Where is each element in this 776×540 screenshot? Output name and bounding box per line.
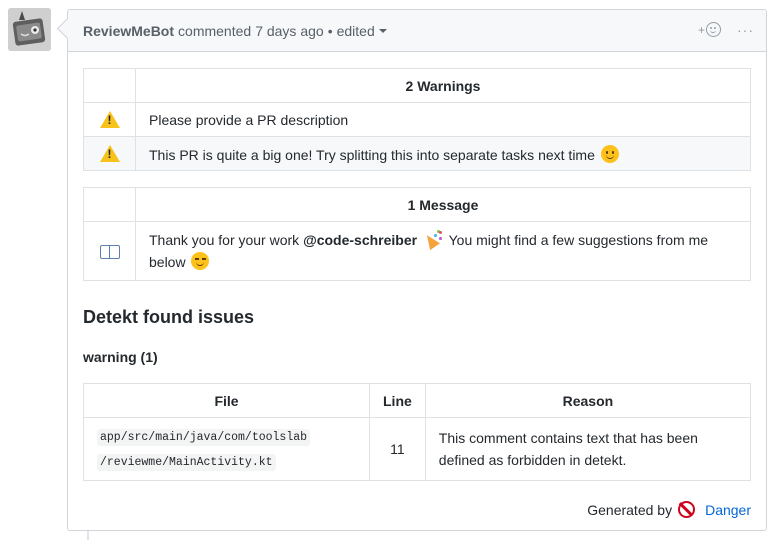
edited-label: edited xyxy=(336,22,375,39)
user-mention[interactable]: @code-schreiber xyxy=(303,232,417,248)
comment-timestamp[interactable]: 7 days ago xyxy=(255,23,324,39)
add-reaction-button[interactable]: + xyxy=(698,22,721,37)
column-header-line: Line xyxy=(369,383,426,418)
smiley-icon xyxy=(706,22,721,37)
avatar[interactable] xyxy=(8,8,51,51)
bot-avatar-icon xyxy=(8,8,51,51)
warning-icon xyxy=(99,145,120,163)
comment-body: 2 Warnings Please provide a PR descripti… xyxy=(68,52,766,518)
header-actions: + ··· xyxy=(698,22,754,37)
table-row: Thank you for your work @code-schreiber … xyxy=(83,221,751,281)
file-path-part2: /reviewme/MainActivity.kt xyxy=(97,454,276,471)
detekt-title: Detekt found issues xyxy=(83,307,255,327)
winking-face-icon xyxy=(191,252,210,270)
edited-dropdown[interactable]: edited xyxy=(337,23,387,39)
column-header-reason: Reason xyxy=(424,383,752,418)
header-separator: • xyxy=(327,22,333,39)
comment-box: ReviewMeBot commented 7 days ago • edite… xyxy=(67,9,767,531)
comment-author[interactable]: ReviewMeBot xyxy=(83,23,174,39)
slightly-smiling-face-icon xyxy=(600,144,619,163)
warnings-header: 2 Warnings xyxy=(135,68,751,103)
footer: Generated by Danger xyxy=(83,501,751,518)
file-cell: app/src/main/java/com/toolslab/reviewme/… xyxy=(83,417,370,481)
warning-text: Please provide a PR description xyxy=(135,102,751,137)
warnings-table: 2 Warnings Please provide a PR descripti… xyxy=(83,68,751,171)
warnings-icon-header xyxy=(83,68,136,103)
message-text-before: Thank you for your work xyxy=(149,232,304,248)
chevron-down-icon xyxy=(378,28,387,33)
table-row: Please provide a PR description xyxy=(83,102,751,137)
timeline-line xyxy=(87,530,89,540)
warning-icon xyxy=(99,111,120,129)
file-path-part1: app/src/main/java/com/toolslab xyxy=(97,429,311,446)
comment-header: ReviewMeBot commented 7 days ago • edite… xyxy=(68,10,766,52)
detekt-subtitle: warning (1) xyxy=(83,349,158,365)
book-icon xyxy=(99,245,120,260)
warning-text: This PR is quite a big one! Try splittin… xyxy=(149,146,595,163)
column-header-file: File xyxy=(83,383,370,418)
table-row: This PR is quite a big one! Try splittin… xyxy=(83,136,751,171)
party-popper-icon xyxy=(423,230,443,248)
comment-action: commented xyxy=(178,22,252,39)
table-row: app/src/main/java/com/toolslab/reviewme/… xyxy=(83,417,752,481)
plus-icon: + xyxy=(697,22,705,37)
generated-by-label: Generated by xyxy=(587,501,673,518)
no-entry-icon xyxy=(678,501,696,518)
reason-cell: This comment contains text that has been… xyxy=(424,417,752,481)
more-options-icon[interactable]: ··· xyxy=(737,23,754,37)
issues-table: File Line Reason app/src/main/java/com/t… xyxy=(83,383,752,481)
danger-link[interactable]: Danger xyxy=(705,502,751,518)
messages-table: 1 Message Thank you for your work @code-… xyxy=(83,187,751,281)
messages-header: 1 Message xyxy=(135,187,751,222)
line-cell: 11 xyxy=(369,417,426,481)
messages-icon-header xyxy=(83,187,136,222)
